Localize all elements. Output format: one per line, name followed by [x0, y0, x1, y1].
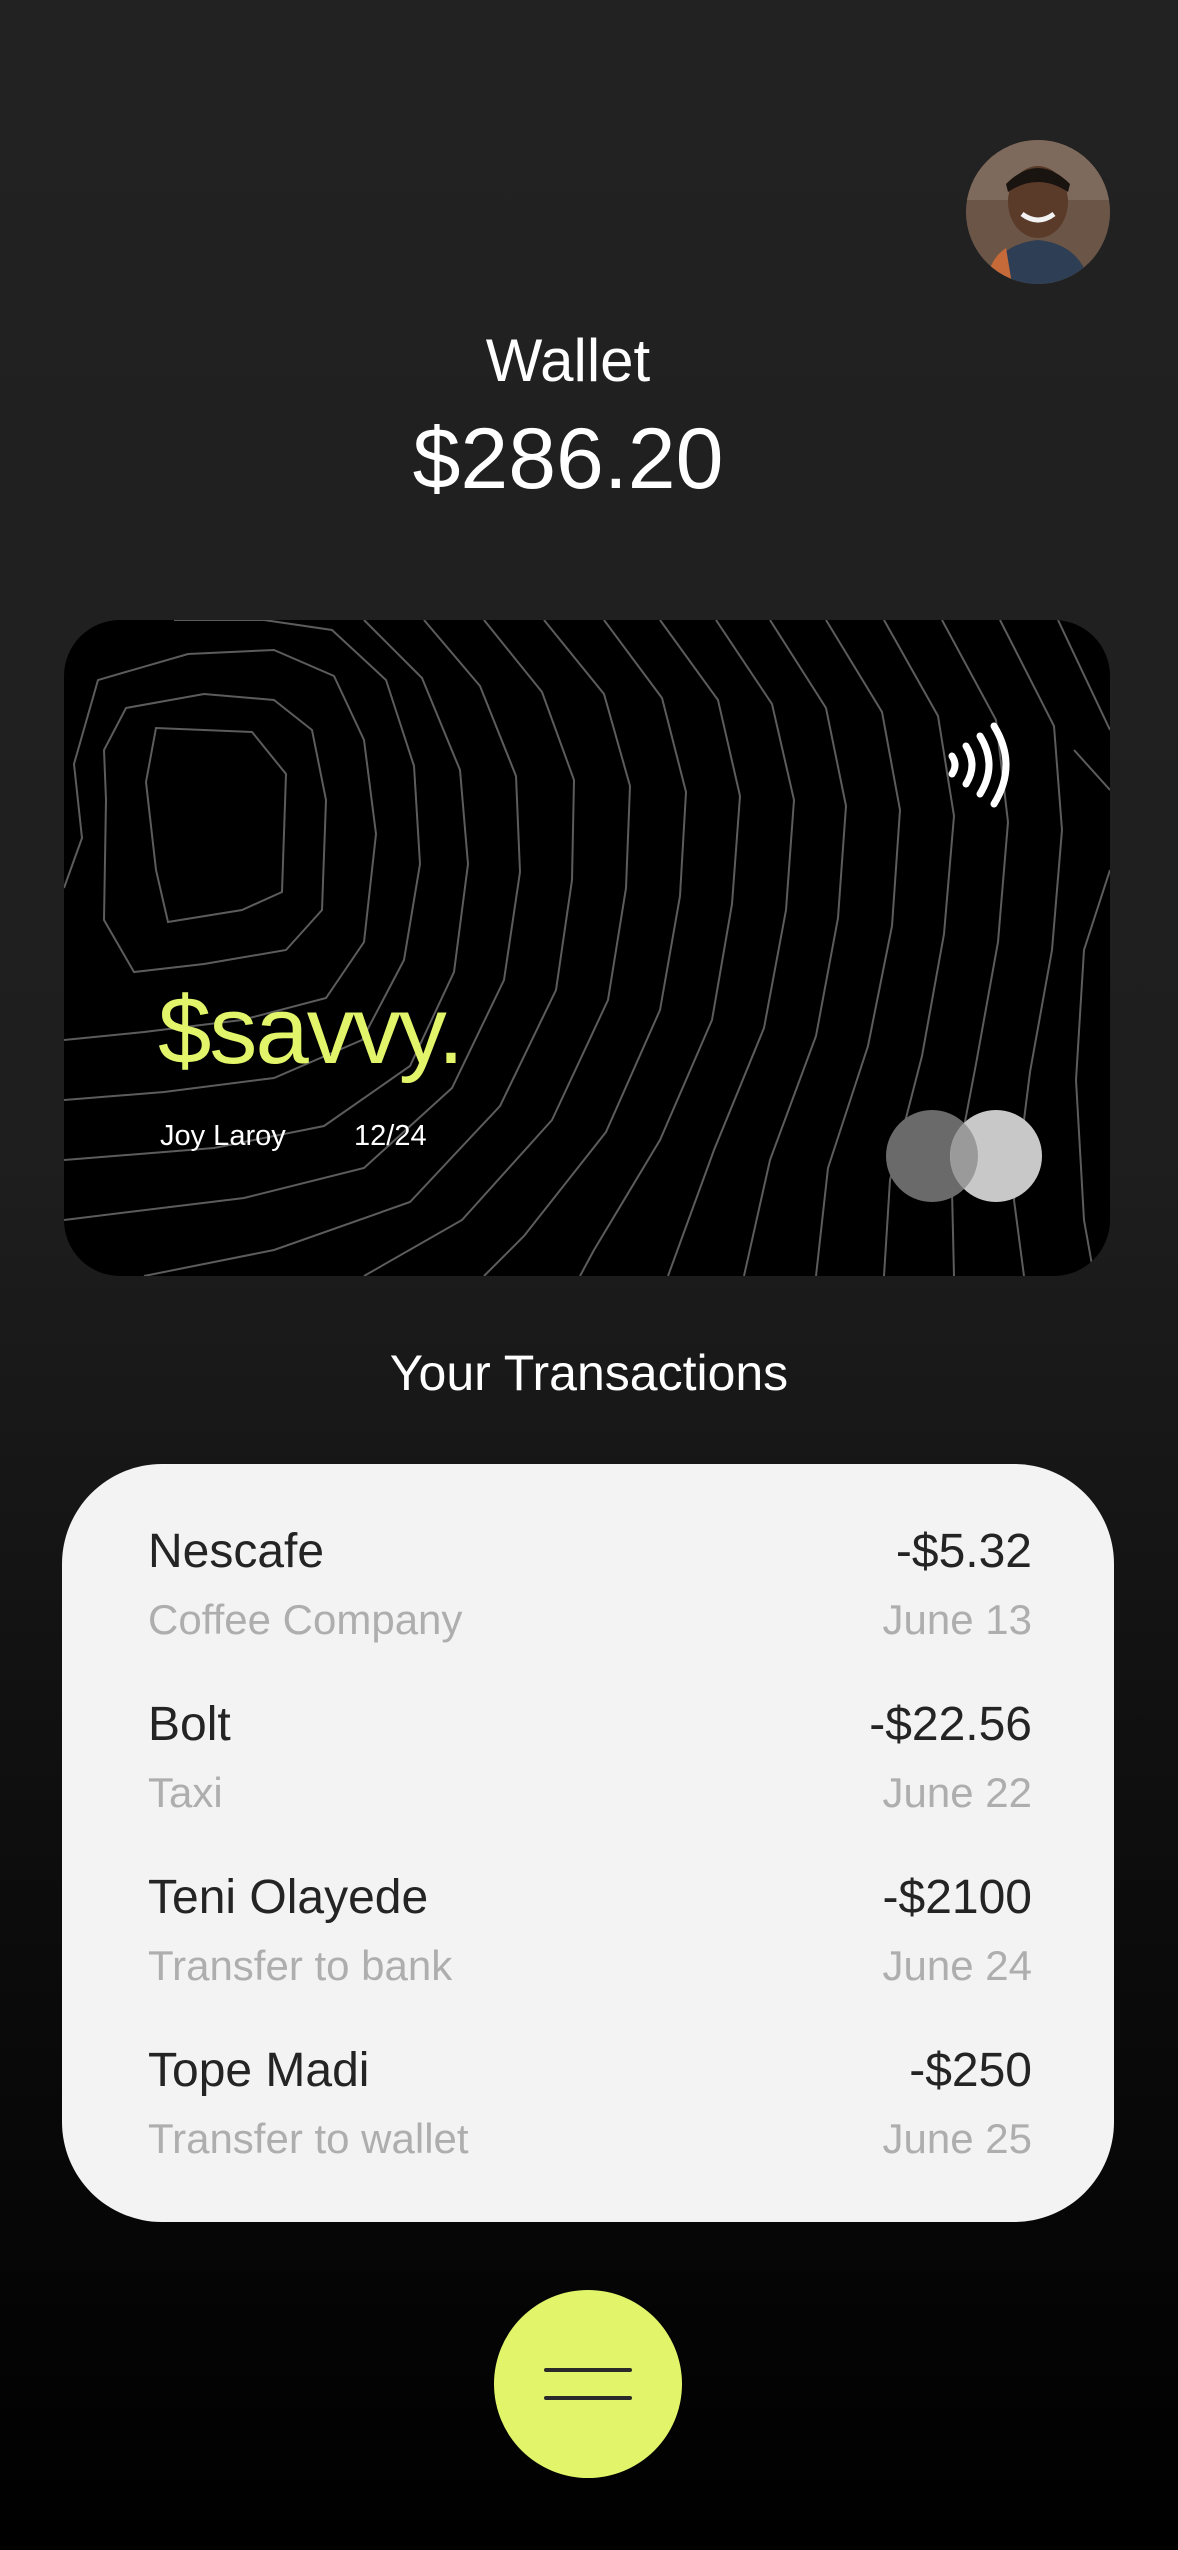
mastercard-logo-icon	[886, 1110, 1042, 1202]
transaction-name: Bolt	[148, 1698, 231, 1751]
transaction-row[interactable]: Tope Madi Transfer to wallet -$250 June …	[148, 2043, 1032, 2193]
transaction-category: Taxi	[148, 1769, 223, 1816]
transaction-amount: -$5.32	[895, 1525, 1032, 1578]
contactless-icon	[948, 722, 1010, 808]
transaction-date: June 22	[882, 1769, 1032, 1816]
avatar-image	[966, 140, 1110, 284]
transaction-amount: -$22.56	[869, 1698, 1032, 1751]
card-expiry: 12/24	[354, 1120, 427, 1152]
payment-card[interactable]: $savvy. Joy Laroy 12/24	[64, 620, 1110, 1276]
transaction-amount: -$2100	[882, 1871, 1032, 1924]
menu-button[interactable]	[494, 2290, 682, 2478]
transactions-title: Your Transactions	[389, 1345, 789, 1401]
transaction-name: Nescafe	[148, 1525, 325, 1578]
transaction-name: Teni Olayede	[148, 1871, 429, 1924]
card-brand-logo: $savvy.	[158, 977, 464, 1084]
transactions-panel: Nescafe Coffee Company -$5.32 June 13 Bo…	[62, 1464, 1114, 2222]
transaction-date: June 25	[882, 2115, 1032, 2162]
profile-avatar[interactable]	[966, 140, 1110, 284]
transaction-name: Tope Madi	[148, 2044, 370, 2097]
wallet-balance: $286.20	[412, 411, 724, 507]
transaction-amount: -$250	[909, 2044, 1032, 2097]
transaction-row[interactable]: Teni Olayede Transfer to bank -$2100 Jun…	[148, 1870, 1032, 2020]
transaction-date: June 13	[882, 1596, 1032, 1643]
transaction-date: June 24	[882, 1942, 1032, 1989]
card-holder-name: Joy Laroy	[160, 1120, 286, 1152]
transaction-row[interactable]: Bolt Taxi -$22.56 June 22	[148, 1697, 1032, 1847]
transaction-category: Transfer to bank	[148, 1942, 453, 1989]
transaction-category: Coffee Company	[148, 1596, 463, 1643]
transaction-row[interactable]: Nescafe Coffee Company -$5.32 June 13	[148, 1524, 1032, 1674]
wallet-label: Wallet	[485, 327, 651, 394]
transaction-category: Transfer to wallet	[148, 2115, 469, 2162]
